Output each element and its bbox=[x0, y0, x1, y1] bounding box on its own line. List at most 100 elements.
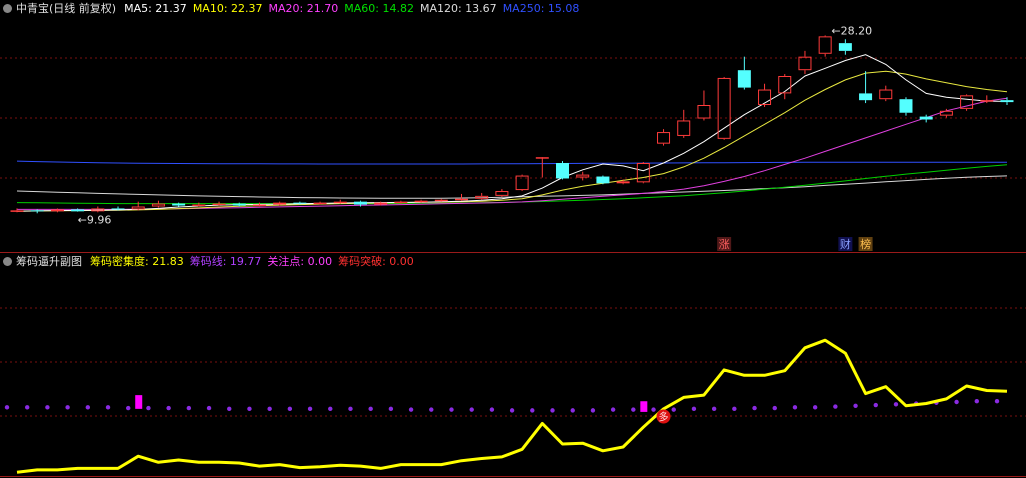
candle-body bbox=[10, 210, 24, 212]
candle bbox=[657, 129, 671, 146]
candle bbox=[333, 199, 347, 204]
chip-line-dot bbox=[833, 404, 838, 409]
chip-line-dot bbox=[530, 408, 535, 413]
candle bbox=[91, 206, 105, 213]
candle bbox=[737, 56, 751, 90]
ma250-label: MA250: 15.08 bbox=[502, 2, 580, 15]
chip-line-dot bbox=[631, 407, 636, 412]
chip-line-dot bbox=[247, 406, 252, 412]
candle-body bbox=[717, 77, 731, 139]
candle bbox=[798, 50, 812, 75]
density-line bbox=[16, 338, 1008, 474]
candle-body bbox=[50, 209, 64, 212]
sub-indicator-panel[interactable]: 多 bbox=[4, 338, 1008, 474]
chip-line-dot bbox=[853, 403, 858, 409]
chip-line-dot bbox=[126, 405, 131, 411]
candle-body bbox=[798, 56, 812, 71]
chip-line-dot bbox=[348, 406, 353, 412]
candle-body bbox=[273, 202, 287, 205]
candle-body bbox=[212, 203, 226, 206]
candle-body bbox=[596, 176, 610, 184]
chip-line-dot bbox=[307, 406, 313, 412]
chip-line-dot bbox=[4, 405, 10, 410]
candle bbox=[596, 175, 610, 185]
candle bbox=[30, 209, 44, 214]
candle-body bbox=[1000, 100, 1014, 103]
chip-line-dot bbox=[65, 405, 70, 410]
candle-body bbox=[919, 116, 933, 120]
chip-line-dot bbox=[974, 399, 979, 404]
panel-menu-icon[interactable] bbox=[3, 257, 12, 266]
candle bbox=[434, 198, 448, 202]
candle bbox=[212, 201, 226, 206]
candle bbox=[556, 161, 570, 180]
candle bbox=[131, 201, 145, 211]
breakout-label: 筹码突破: 0.00 bbox=[338, 255, 414, 268]
focus-point-bar bbox=[135, 395, 143, 409]
chip-line-dot bbox=[732, 406, 737, 412]
signal-marker: 多 bbox=[656, 409, 671, 424]
candle-body bbox=[495, 191, 509, 196]
candle bbox=[960, 94, 974, 111]
stock-chart[interactable]: ←28.20 ←9.96 涨 财榜 多 bbox=[0, 0, 1026, 478]
candle-body bbox=[657, 132, 671, 144]
event-marker: 财 bbox=[838, 237, 853, 251]
candle-body bbox=[636, 163, 650, 183]
candle-body bbox=[111, 208, 125, 210]
signal-marker-label: 多 bbox=[659, 410, 669, 423]
chip-line-dot bbox=[287, 406, 293, 412]
candle-body bbox=[131, 206, 145, 210]
candle bbox=[838, 39, 852, 55]
chip-line-dot bbox=[570, 408, 575, 413]
main-title: 中青宝(日线 前复权) bbox=[16, 2, 117, 15]
candle-body bbox=[454, 198, 468, 201]
ma250-line bbox=[16, 160, 1007, 165]
panel-menu-icon[interactable] bbox=[3, 4, 12, 13]
candle-body bbox=[556, 163, 570, 179]
chip-line-dot bbox=[186, 405, 192, 411]
event-marker-label: 榜 bbox=[860, 237, 871, 251]
candle-body bbox=[576, 174, 590, 178]
ma120-label: MA120: 13.67 bbox=[419, 2, 497, 15]
candle-body bbox=[818, 36, 832, 54]
candle-body bbox=[980, 100, 994, 102]
chip-line-dot bbox=[429, 407, 434, 412]
ma60-label: MA60: 14.82 bbox=[344, 2, 414, 15]
chip-line-label: 筹码线: 19.77 bbox=[189, 255, 262, 268]
candle-body bbox=[859, 93, 873, 101]
chip-line-dot bbox=[206, 405, 212, 411]
chip-line-dot bbox=[994, 399, 1000, 404]
candle-body bbox=[778, 76, 792, 94]
chip-line-dot bbox=[267, 406, 272, 412]
candle-body bbox=[353, 201, 367, 205]
chip-line-dot bbox=[590, 408, 596, 413]
candle-body bbox=[838, 43, 852, 51]
candle-body bbox=[252, 204, 266, 207]
chip-line-dot bbox=[105, 405, 111, 410]
chip-line-dot bbox=[227, 406, 232, 412]
chip-line-dot bbox=[893, 402, 899, 407]
chip-line-dot bbox=[45, 405, 50, 410]
candle bbox=[818, 35, 832, 57]
candle-body bbox=[758, 89, 772, 105]
chip-line-dot bbox=[408, 407, 414, 412]
candle bbox=[535, 157, 549, 178]
event-marker-label: 涨 bbox=[719, 238, 730, 251]
candle-body bbox=[374, 202, 388, 205]
event-marker-label: 财 bbox=[840, 237, 851, 251]
chip-line-dot bbox=[146, 405, 151, 411]
chip-line-dot bbox=[368, 406, 373, 412]
chip-line-dot bbox=[449, 407, 454, 412]
sub-header: 筹码逼升副图 筹码密集度: 21.83 筹码线: 19.77 关注点: 0.00 筹码突… bbox=[2, 254, 420, 270]
candle bbox=[879, 85, 893, 102]
ma5-line bbox=[16, 54, 1008, 212]
event-marker: 榜 bbox=[858, 237, 873, 251]
low-price-label: ←9.96 bbox=[78, 214, 112, 227]
chip-line-dot bbox=[550, 408, 555, 413]
candle-body bbox=[414, 200, 428, 203]
event-marker: 涨 bbox=[717, 237, 732, 251]
chip-line-dot bbox=[651, 407, 656, 412]
candle-body bbox=[30, 210, 44, 212]
candle-body bbox=[151, 203, 165, 207]
candle-body bbox=[697, 105, 711, 119]
